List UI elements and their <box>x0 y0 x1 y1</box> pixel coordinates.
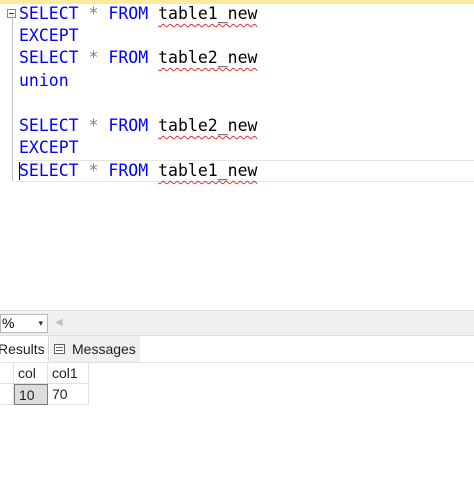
table-identifier: table2_new <box>158 48 258 67</box>
code-line[interactable]: union <box>19 70 69 92</box>
outline-gutter-line <box>12 15 13 181</box>
operator: * <box>88 116 99 135</box>
chevron-down-icon[interactable]: ▾ <box>38 315 43 332</box>
keyword: SELECT <box>19 116 79 135</box>
keyword: SELECT <box>19 4 79 23</box>
code-line[interactable]: SELECT * FROM table2_new <box>19 47 257 69</box>
tab-results[interactable]: Results <box>0 336 49 362</box>
table-identifier: table1_new <box>158 161 258 180</box>
row-header[interactable] <box>0 384 14 405</box>
keyword: FROM <box>108 116 149 135</box>
keyword: EXCEPT <box>19 138 79 157</box>
grid-corner[interactable] <box>0 363 14 384</box>
keyword: EXCEPT <box>19 26 79 45</box>
operator: * <box>88 161 99 180</box>
keyword: SELECT <box>19 161 79 180</box>
keyword: FROM <box>108 161 149 180</box>
query-editor[interactable]: SELECT * FROM table1_new EXCEPT SELECT *… <box>0 0 474 310</box>
code-line[interactable]: SELECT * FROM table1_new <box>19 3 257 25</box>
scroll-left-icon[interactable]: ◀ <box>55 317 63 328</box>
column-header[interactable]: col <box>14 363 48 384</box>
operator: * <box>88 48 99 67</box>
text-caret <box>19 162 20 180</box>
zoom-dropdown[interactable]: % ▾ <box>0 314 48 333</box>
keyword: SELECT <box>19 48 79 67</box>
code-line[interactable]: EXCEPT <box>19 25 79 47</box>
tab-label: Results <box>0 341 45 357</box>
operator: * <box>88 4 99 23</box>
tab-label: Messages <box>72 341 136 357</box>
code-line[interactable]: SELECT * FROM table2_new <box>19 115 257 137</box>
code-line[interactable]: EXCEPT <box>19 137 79 159</box>
table-identifier: table1_new <box>158 4 258 23</box>
results-tabs: Results Messages <box>0 336 474 363</box>
zoom-bar: % ▾ ◀ <box>0 310 474 336</box>
zoom-value: % <box>2 315 15 331</box>
tab-messages[interactable]: Messages <box>50 336 140 362</box>
messages-icon <box>54 344 65 354</box>
table-identifier: table2_new <box>158 116 258 135</box>
column-header[interactable]: col1 <box>48 363 89 384</box>
keyword: union <box>19 71 69 90</box>
grid-cell[interactable]: 10 <box>14 384 48 405</box>
keyword: FROM <box>108 48 149 67</box>
code-line[interactable]: SELECT * FROM table1_new <box>19 160 257 182</box>
keyword: FROM <box>108 4 149 23</box>
grid-cell[interactable]: 70 <box>48 384 89 405</box>
